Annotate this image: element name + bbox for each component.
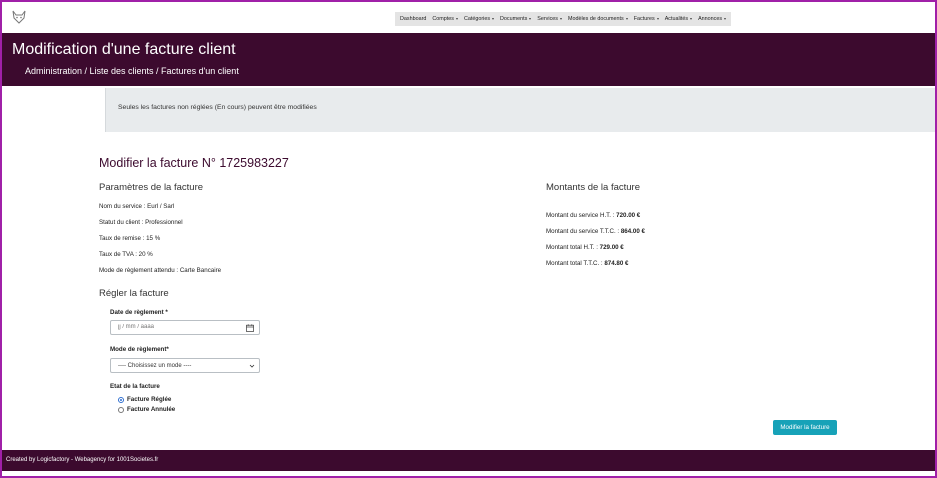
amount-service-ht: Montant du service H.T. : 720.00 € <box>546 212 641 219</box>
info-notice: Seules les factures non réglées (En cour… <box>105 88 935 132</box>
menu-item-categories[interactable]: Catégories <box>461 16 497 22</box>
radio-cancelled[interactable]: Facture Annulée <box>118 406 175 413</box>
page-footer: Created by Logicfactory - Webagency for … <box>2 450 935 471</box>
amount-total-ttc: Montant total T.T.C. : 874.80 € <box>546 260 629 267</box>
caret-down-icon <box>492 18 495 20</box>
amount-total-ht: Montant total H.T. : 729.00 € <box>546 244 624 251</box>
mode-label: Mode de règlement* <box>110 346 169 353</box>
caret-down-icon <box>559 18 562 20</box>
calendar-icon[interactable] <box>246 324 254 332</box>
menu-item-services[interactable]: Services <box>534 16 565 22</box>
payment-heading: Régler la facture <box>99 288 169 299</box>
amount-service-ttc: Montant du service T.T.C. : 864.00 € <box>546 228 645 235</box>
date-field[interactable] <box>110 320 260 335</box>
param-payment-mode: Mode de règlement attendu : Carte Bancai… <box>99 267 222 274</box>
caret-down-icon <box>625 18 628 20</box>
menu-item-factures[interactable]: Factures <box>631 16 662 22</box>
menu-item-modeles[interactable]: Modèles de documents <box>565 16 631 22</box>
param-service: Nom du service : Eurl / Sarl <box>99 203 175 210</box>
amounts-heading: Montants de la facture <box>546 182 640 193</box>
caret-down-icon <box>455 18 458 20</box>
payment-mode-selected: ---- Choisissez un mode ---- <box>118 363 192 369</box>
caret-down-icon <box>724 18 727 20</box>
menu-item-actualites[interactable]: Actualités <box>662 16 695 22</box>
caret-down-icon <box>529 18 532 20</box>
date-label: Date de règlement * <box>110 309 168 316</box>
notice-text: Seules les factures non réglées (En cour… <box>118 104 317 111</box>
param-discount: Taux de remise : 15 % <box>99 235 161 242</box>
fox-logo-icon[interactable] <box>11 9 27 25</box>
menu-item-comptes[interactable]: Comptes <box>429 16 461 22</box>
param-vat: Taux de TVA : 20 % <box>99 251 153 258</box>
params-heading: Paramètres de la facture <box>99 182 204 193</box>
state-label: Etat de la facture <box>110 383 160 390</box>
submit-button[interactable]: Modifier la facture <box>773 420 837 435</box>
radio-cancelled-button[interactable] <box>118 406 124 413</box>
caret-down-icon <box>656 18 659 20</box>
caret-down-icon <box>690 18 693 20</box>
chevron-down-icon <box>249 364 255 368</box>
radio-paid-button[interactable] <box>118 396 124 403</box>
main-menu: Dashboard Comptes Catégories Documents S… <box>395 12 732 26</box>
page-title: Modification d'une facture client <box>12 41 236 58</box>
page-header: Modification d'une facture client Admini… <box>2 33 935 86</box>
menu-item-dashboard[interactable]: Dashboard <box>397 16 429 22</box>
radio-paid[interactable]: Facture Réglée <box>118 396 171 403</box>
payment-mode-select[interactable]: ---- Choisissez un mode ---- <box>110 358 260 373</box>
top-navbar: Dashboard Comptes Catégories Documents S… <box>2 2 935 32</box>
menu-item-annonces[interactable]: Annonces <box>695 16 729 22</box>
invoice-heading: Modifier la facture N° 1725983227 <box>99 156 289 170</box>
footer-text: Created by Logicfactory - Webagency for … <box>6 457 159 463</box>
menu-item-documents[interactable]: Documents <box>497 16 534 22</box>
date-input[interactable] <box>118 324 238 330</box>
breadcrumb: Administration / Liste des clients / Fac… <box>25 66 239 76</box>
param-client-status: Statut du client : Professionnel <box>99 219 183 226</box>
